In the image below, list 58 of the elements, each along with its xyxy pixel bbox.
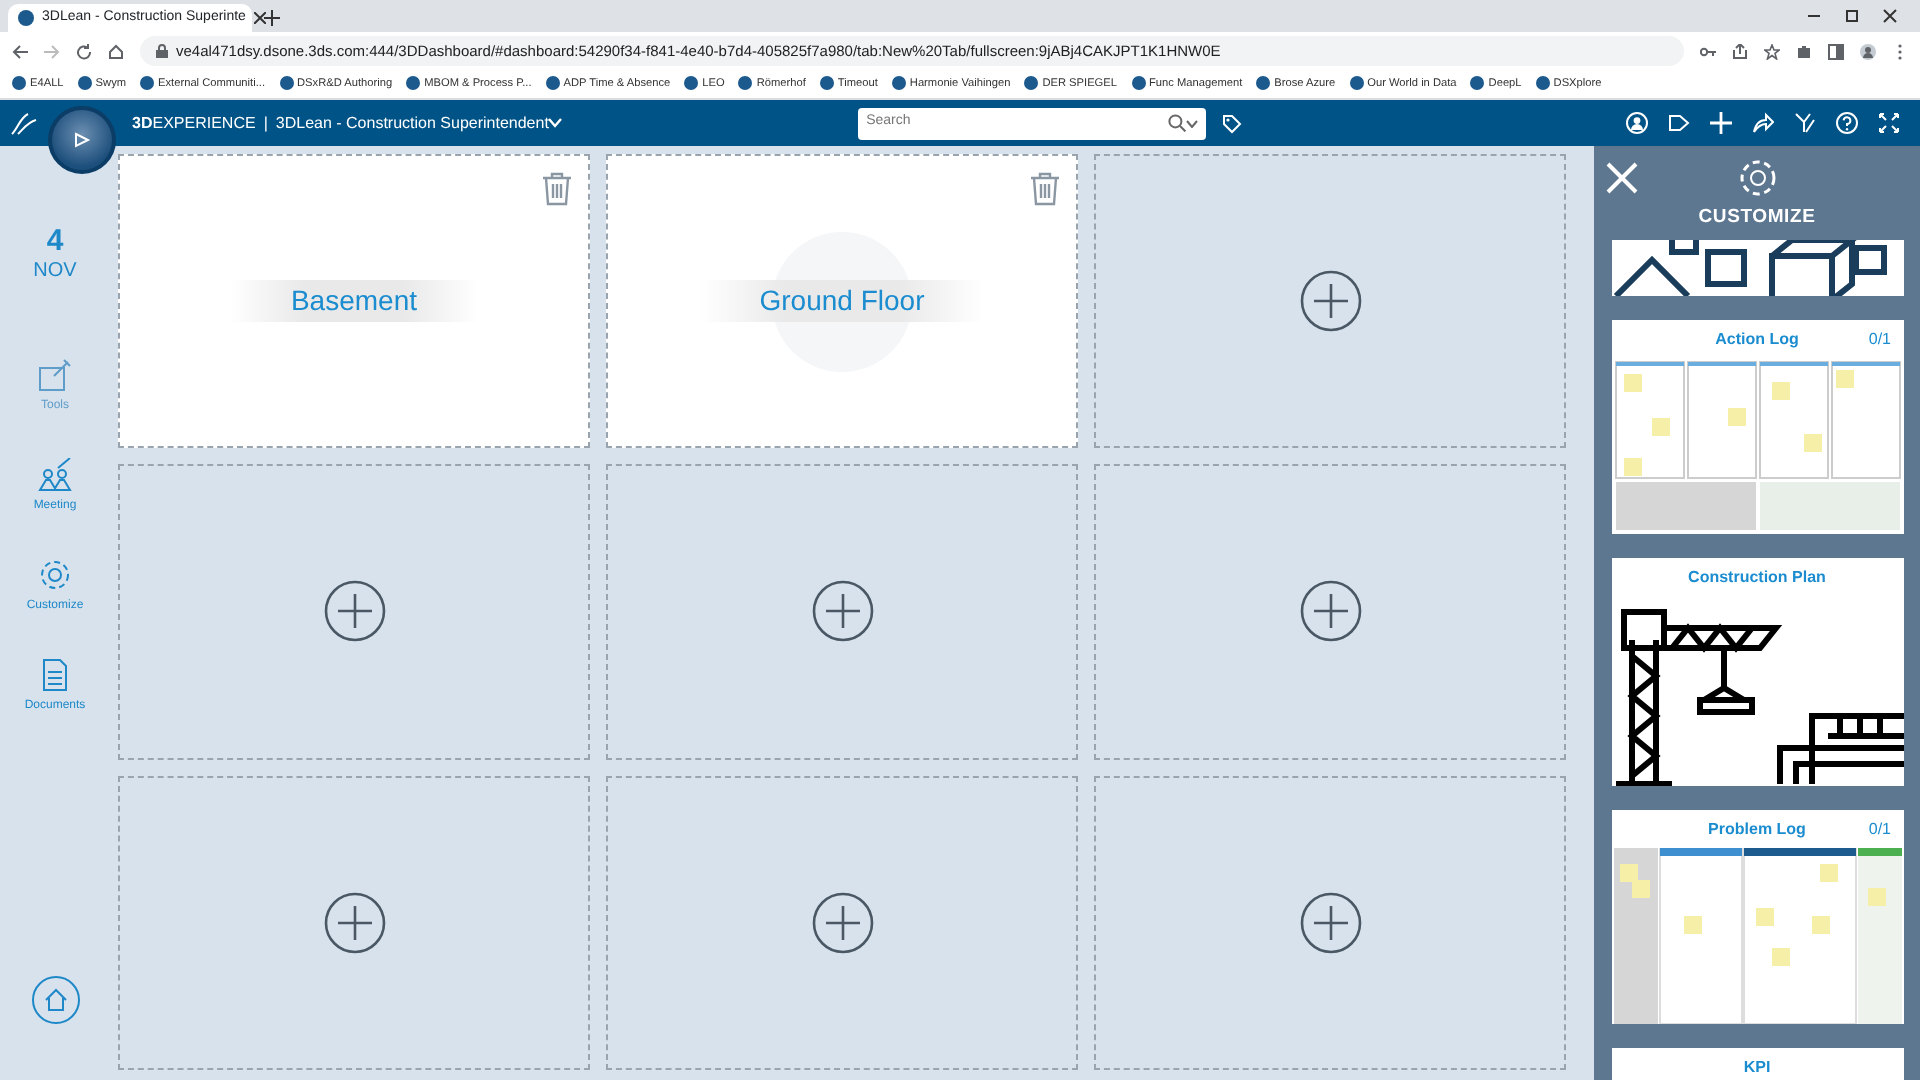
profile-icon[interactable] xyxy=(1626,112,1648,134)
separator: | xyxy=(263,111,268,135)
sidebar-icon[interactable] xyxy=(1828,43,1844,59)
add-circle-icon[interactable] xyxy=(1299,580,1361,643)
profile-icon[interactable] xyxy=(1860,43,1876,59)
add-circle-icon[interactable] xyxy=(323,580,385,643)
compass-icon[interactable] xyxy=(48,106,116,174)
date-month: NOV xyxy=(33,258,77,286)
date-day: 4 xyxy=(46,226,64,256)
add-circle-icon[interactable] xyxy=(323,891,385,954)
brand-label: 3DEXPERIENCE xyxy=(132,111,256,135)
delete-icon[interactable] xyxy=(542,172,572,206)
home-button[interactable] xyxy=(31,976,79,1024)
dashboard-title[interactable]: 3DLean - Construction Superintendent xyxy=(275,111,549,135)
star-icon[interactable] xyxy=(1764,43,1780,59)
settings-icon xyxy=(1737,158,1777,198)
tag-icon[interactable] xyxy=(1222,113,1243,133)
reload-icon[interactable] xyxy=(76,43,92,59)
edit-box-icon xyxy=(38,358,72,392)
plus-icon[interactable] xyxy=(1710,112,1732,134)
home-icon[interactable] xyxy=(43,988,67,1012)
template-title: Construction Plan xyxy=(1688,566,1826,591)
chevron-down-icon[interactable] xyxy=(548,118,563,128)
fullscreen-icon[interactable] xyxy=(1878,112,1900,134)
document-icon[interactable] xyxy=(37,658,72,692)
globe-icon xyxy=(18,10,34,26)
close-icon[interactable] xyxy=(253,12,266,24)
home-icon[interactable] xyxy=(108,43,124,59)
puzzle-icon[interactable] xyxy=(1796,43,1812,59)
new-tab-icon[interactable] xyxy=(264,10,280,26)
template-card[interactable]: KPI xyxy=(1611,1048,1903,1080)
settings-icon[interactable] xyxy=(38,558,72,592)
help-icon[interactable] xyxy=(1836,112,1858,134)
people-icon[interactable] xyxy=(37,458,72,492)
search-icon xyxy=(1168,114,1187,132)
chevron-down-icon xyxy=(1186,119,1199,127)
key-icon[interactable] xyxy=(1700,43,1716,59)
template-card[interactable]: Construction Plan xyxy=(1611,558,1903,787)
panel-title: CUSTOMIZE xyxy=(1698,204,1816,232)
tag-icon[interactable] xyxy=(1668,112,1690,134)
add-circle-icon[interactable] xyxy=(1299,891,1361,954)
close-icon[interactable] xyxy=(1882,8,1898,24)
template-count: 0/1 xyxy=(1868,328,1891,353)
delete-icon[interactable] xyxy=(1030,172,1060,206)
template-title: Action Log xyxy=(1715,328,1799,353)
lock-icon xyxy=(156,44,168,58)
collaboration-icon[interactable] xyxy=(1794,112,1816,134)
add-circle-icon[interactable] xyxy=(811,580,873,643)
template-card[interactable]: Problem Log 0/1 xyxy=(1611,810,1903,1025)
back-icon[interactable] xyxy=(12,43,28,59)
share-icon[interactable] xyxy=(1732,43,1748,59)
template-count: 0/1 xyxy=(1868,818,1891,843)
add-circle-icon[interactable] xyxy=(1299,270,1361,333)
restore-icon[interactable] xyxy=(1844,8,1860,24)
add-circle-icon[interactable] xyxy=(811,891,873,954)
template-title: Problem Log xyxy=(1708,818,1806,843)
template-title: KPI xyxy=(1743,1056,1771,1080)
template-card[interactable]: Action Log 0/1 xyxy=(1611,320,1903,535)
